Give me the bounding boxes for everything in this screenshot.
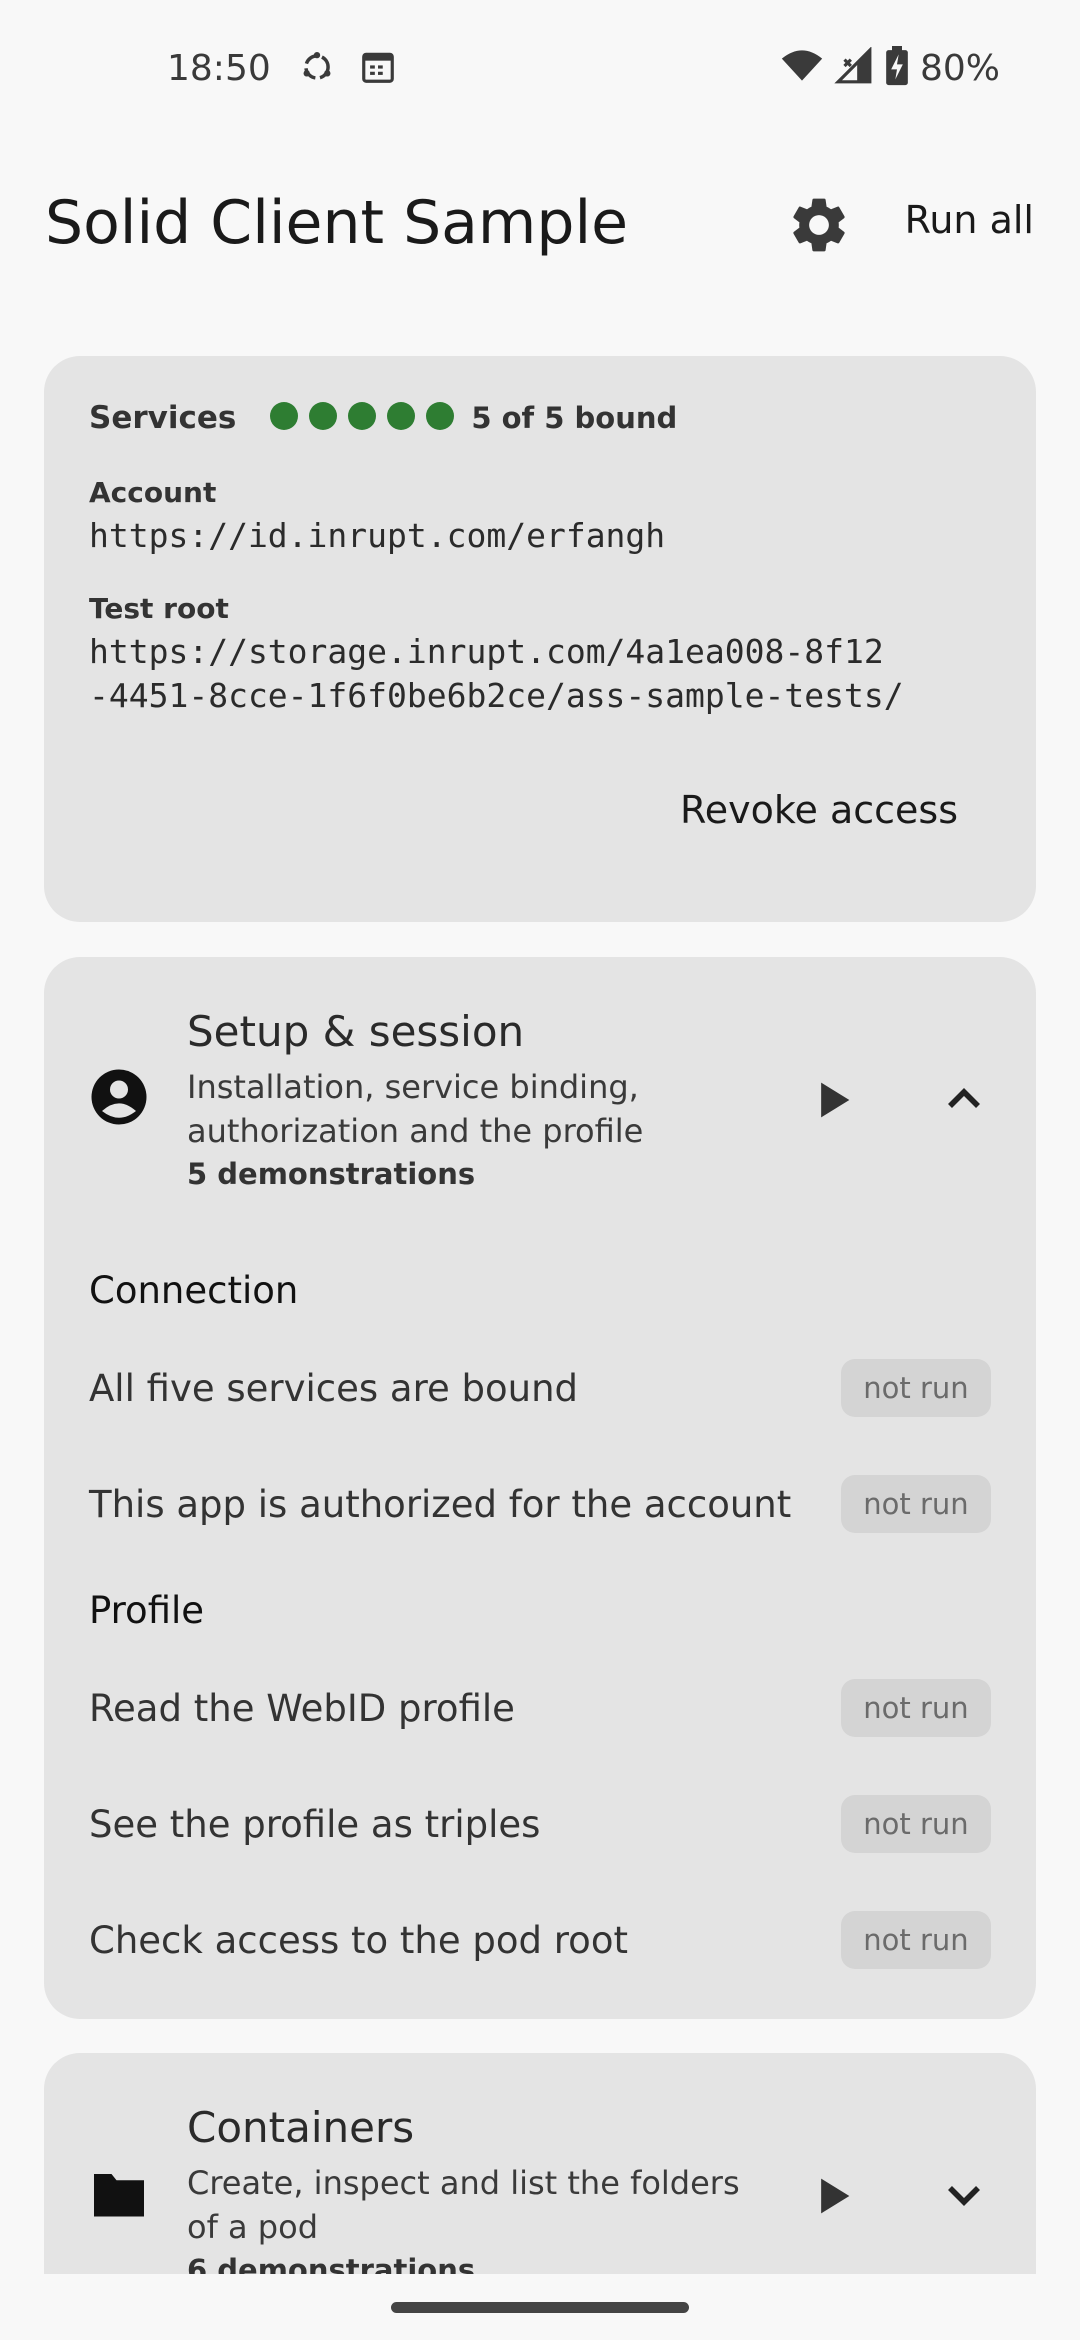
play-icon (806, 1082, 858, 1130)
group-heading-profile: Profile (89, 1589, 205, 1632)
test-root-label: Test root (89, 592, 229, 625)
section-card-containers: Containers Create, inspect and list the … (44, 2053, 1036, 2274)
demo-row[interactable]: This app is authorized for the account n… (89, 1475, 991, 1535)
home-gesture-handle[interactable] (391, 2302, 689, 2313)
status-badge: not run (841, 1359, 991, 1417)
test-root-line-1: https://storage.inrupt.com/4a1ea008-8f12 (89, 632, 884, 671)
group-heading-connection: Connection (89, 1269, 299, 1312)
services-row: Services 5 of 5 bound (89, 400, 677, 436)
expand-section-button[interactable] (936, 2167, 992, 2223)
revoke-access-button[interactable]: Revoke access (680, 788, 958, 832)
section-description-line-1: Create, inspect and list the folders (187, 2164, 740, 2202)
section-card-setup: Setup & session Installation, service bi… (44, 957, 1036, 2019)
section-description-line-2: authorization and the profile (187, 1112, 644, 1150)
service-status-dot (270, 401, 299, 430)
demo-label: Check access to the pod root (89, 1919, 628, 1962)
demo-row[interactable]: Read the WebID profile not run (89, 1679, 991, 1739)
service-status-dot (309, 401, 338, 430)
status-badge: not run (841, 1911, 991, 1969)
section-title: Containers (187, 2103, 415, 2152)
section-title: Setup & session (187, 1007, 525, 1056)
navigation-bar (0, 2274, 1080, 2340)
demo-label: Read the WebID profile (89, 1687, 515, 1730)
account-value: https://id.inrupt.com/erfangh (89, 516, 666, 555)
demo-row[interactable]: Check access to the pod root not run (89, 1911, 991, 1971)
section-description-line-2: of a pod (187, 2208, 318, 2246)
account-label: Account (89, 476, 217, 509)
status-badge: not run (841, 1679, 991, 1737)
play-icon (806, 2178, 858, 2226)
services-label: Services (89, 400, 237, 436)
status-badge: not run (841, 1475, 991, 1533)
test-root-line-2: -4451-8cce-1f6f0be6b2ce/ass-sample-tests… (89, 676, 904, 715)
folder-icon (89, 2168, 149, 2225)
services-bound-text: 5 of 5 bound (471, 401, 678, 435)
service-dots (270, 401, 465, 435)
collapse-section-button[interactable] (936, 1071, 992, 1127)
section-description-line-1: Installation, service binding, (187, 1068, 639, 1106)
account-circle-icon (89, 1067, 149, 1132)
demo-label: All five services are bound (89, 1367, 579, 1410)
demo-label: This app is authorized for the account (89, 1483, 792, 1526)
demo-label: See the profile as triples (89, 1803, 541, 1846)
chevron-up-icon (936, 1088, 992, 1131)
service-status-dot (387, 401, 416, 430)
service-status-dot (426, 401, 455, 430)
run-section-button[interactable] (806, 1074, 858, 1126)
run-section-button[interactable] (806, 2170, 858, 2222)
demo-row[interactable]: All five services are bound not run (89, 1359, 991, 1419)
chevron-down-icon (936, 2186, 992, 2227)
demo-row[interactable]: See the profile as triples not run (89, 1795, 991, 1855)
services-card: Services 5 of 5 bound Account https://id… (44, 356, 1036, 922)
service-status-dot (348, 401, 377, 430)
section-demo-count: 6 demonstrations (187, 2253, 476, 2274)
section-demo-count: 5 demonstrations (187, 1157, 476, 1191)
status-badge: not run (841, 1795, 991, 1853)
